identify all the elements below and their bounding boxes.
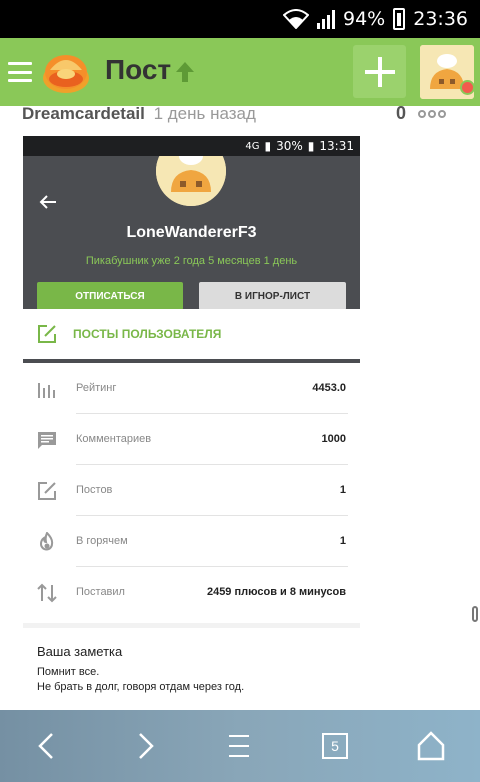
more-options-icon[interactable] [418, 110, 446, 118]
tabs-icon[interactable]: 5 [322, 733, 348, 759]
stat-value: 1 [339, 484, 346, 496]
stat-value: 1000 [321, 433, 346, 445]
edit-icon [37, 481, 57, 501]
battery-percent: 94% [343, 8, 386, 30]
stat-value: 2459 плюсов и 8 минусов [206, 586, 346, 598]
post-author[interactable]: Dreamcardetail [22, 104, 145, 123]
menu-icon[interactable] [219, 728, 259, 764]
stat-row: В горячем 1 [23, 516, 360, 567]
signal-icon [317, 9, 335, 29]
menu-icon[interactable] [8, 62, 32, 82]
add-post-button[interactable] [353, 45, 406, 98]
status-time: 23:36 [413, 8, 468, 30]
signal-icon: ▮ [264, 139, 272, 153]
inner-battery-percent: 30% [276, 139, 303, 153]
back-icon[interactable] [28, 728, 68, 764]
user-posts-link[interactable]: ПОСТЫ ПОЛЬЗОВАТЕЛЯ [23, 309, 360, 359]
note-text: Помнит все. [37, 666, 100, 678]
up-down-arrows-icon [37, 583, 57, 603]
stat-label: В горячем [76, 535, 128, 547]
profile-username: LoneWandererF3 [126, 224, 257, 241]
post-meta: Dreamcardetail 1 день назад [22, 104, 256, 124]
stat-label: Рейтинг [76, 382, 117, 394]
stat-row: Рейтинг 4453.0 [23, 363, 360, 414]
inner-status-bar: 4G ▮ 30% ▮ 13:31 [23, 136, 360, 156]
profile-stats: Рейтинг 4453.0 Комментариев 1000 Постов … [23, 363, 360, 623]
user-note: Ваша заметка Помнит все. Не брать в долг… [23, 628, 360, 710]
stat-label: Комментариев [76, 433, 152, 445]
user-posts-label: ПОСТЫ ПОЛЬЗОВАТЕЛЯ [73, 327, 222, 341]
stat-label: Постов [76, 484, 113, 496]
battery-icon [393, 8, 406, 30]
unsubscribe-button[interactable]: ОТПИСАТЬСЯ [37, 282, 183, 310]
forward-icon[interactable] [124, 728, 164, 764]
note-title: Ваша заметка [37, 644, 123, 659]
post-image: LoneWandererF3 Пикабушник уже 2 года 5 м… [23, 136, 360, 710]
stat-label: Поставил [76, 586, 125, 598]
pikabu-logo[interactable] [40, 48, 92, 96]
bottom-navigation: 5 [0, 710, 480, 782]
home-icon[interactable] [411, 728, 451, 764]
stat-row: Постов 1 [23, 465, 360, 516]
profile-since: Пикабушник уже 2 года 5 месяцев 1 день [85, 255, 298, 267]
plus-icon [364, 56, 395, 87]
battery-icon: ▮ [307, 139, 315, 153]
flame-icon [37, 531, 57, 552]
back-arrow-icon[interactable] [39, 194, 57, 210]
notification-badge [460, 80, 475, 95]
scrollbar[interactable] [472, 606, 478, 622]
stat-row: Комментариев 1000 [23, 414, 360, 465]
stat-value: 4453.0 [312, 382, 346, 394]
ignore-list-button[interactable]: В ИГНОР-ЛИСТ [199, 282, 346, 310]
network-type: 4G [245, 140, 260, 152]
wifi-icon [282, 9, 310, 30]
post-time: 1 день назад [153, 104, 256, 123]
arrow-up-icon[interactable] [174, 60, 196, 84]
status-bar: 94% 23:36 [0, 0, 480, 38]
bar-chart-icon [37, 379, 57, 399]
post-rating: 0 [396, 103, 407, 123]
inner-time: 13:31 [319, 139, 354, 153]
stat-row: Поставил 2459 плюсов и 8 минусов [23, 567, 360, 618]
note-text: Не брать в долг, говоря отдам через год. [37, 681, 245, 693]
comment-icon [37, 430, 57, 450]
page-title: Пост [105, 54, 172, 85]
edit-icon [37, 324, 57, 344]
app-header: Пост [0, 38, 480, 106]
stat-value: 1 [339, 535, 346, 547]
